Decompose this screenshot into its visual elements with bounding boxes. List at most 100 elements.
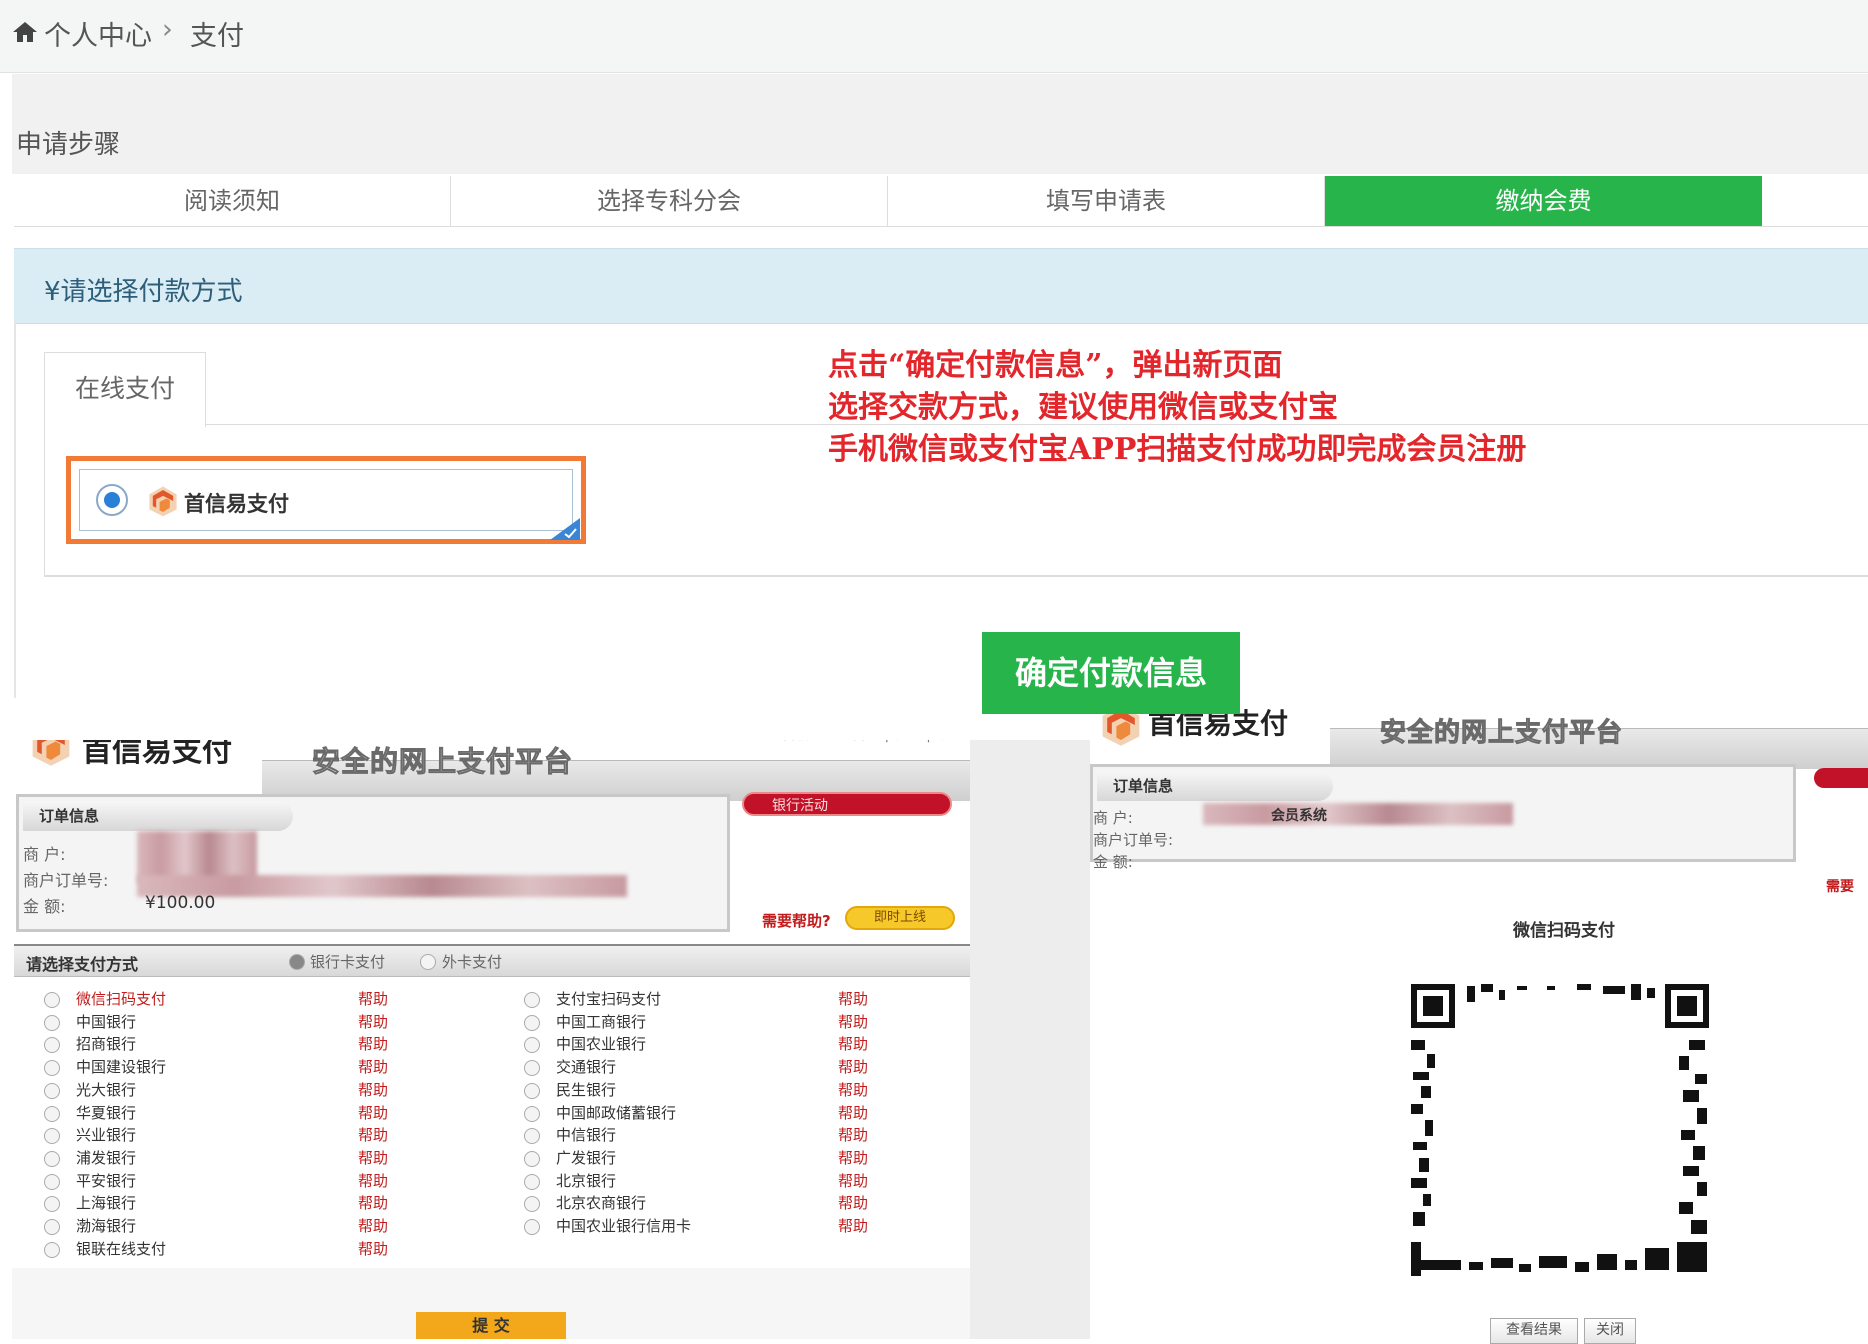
bank-right-help-link[interactable]: 帮助 [838, 1056, 868, 1077]
bank-left-help-link[interactable]: 帮助 [358, 1056, 388, 1077]
bank-right-help-link[interactable]: 帮助 [838, 1102, 868, 1123]
wechat-qr-page: 首信易支付 安全的网上支付平台 订单信息 商 户: 商户订单号: 金 额: 会员… [1090, 698, 1868, 1344]
bank-right-radio[interactable] [524, 1082, 540, 1099]
breadcrumb-separator: › [162, 14, 173, 45]
bank-left-help-link[interactable]: 帮助 [358, 1033, 388, 1054]
bank-left-row[interactable]: 兴业银行 帮助 [20, 1124, 480, 1146]
bank-right-help-link[interactable]: 帮助 [838, 1033, 868, 1054]
bank-right-help-link[interactable]: 帮助 [838, 1147, 868, 1168]
wechat-qr-title: 微信扫码支付 [1513, 921, 1615, 941]
close-button[interactable]: 关闭 [1584, 1318, 1636, 1344]
bank-left-help-link[interactable]: 帮助 [358, 1192, 388, 1213]
bank-right-radio[interactable] [524, 1060, 540, 1077]
amount-label: 金 额: [23, 897, 66, 916]
foreign-card-radio[interactable] [420, 954, 436, 970]
bank-left-radio[interactable] [44, 1196, 60, 1213]
bank-left-radio[interactable] [44, 1219, 60, 1235]
bank-right-radio[interactable] [524, 1173, 540, 1190]
bank-left-help-link[interactable]: 帮助 [358, 1215, 388, 1236]
bank-left-radio[interactable] [44, 1150, 60, 1167]
bank-left-help-link[interactable]: 帮助 [358, 1238, 388, 1259]
bank-left-row[interactable]: 中国银行 帮助 [20, 1011, 480, 1033]
bank-left-radio[interactable] [44, 1128, 60, 1145]
foreign-card-radio-label: 外卡支付 [442, 953, 503, 971]
bank-left-radio[interactable] [44, 1014, 60, 1031]
bank-right-label: 北京农商银行 [556, 1194, 647, 1213]
submit-button[interactable]: 提 交 [416, 1312, 566, 1339]
bank-right-row[interactable]: 交通银行 帮助 [500, 1056, 960, 1078]
bank-left-help-link[interactable]: 帮助 [358, 1124, 388, 1145]
tab-online-pay[interactable]: 在线支付 [44, 352, 206, 427]
bank-left-radio[interactable] [44, 1173, 60, 1190]
bank-right-row[interactable]: 中国农业银行信用卡 帮助 [500, 1215, 960, 1237]
bank-left-radio[interactable] [44, 1241, 60, 1258]
bank-left-row[interactable]: 渤海银行 帮助 [20, 1215, 480, 1237]
bank-left-row[interactable]: 银联在线支付 帮助 [20, 1238, 480, 1260]
bank-right-radio[interactable] [524, 1014, 540, 1031]
step-tabs: 阅读须知 选择专科分会 填写申请表 缴纳会费 [14, 176, 1868, 227]
bank-right-radio[interactable] [524, 1037, 540, 1054]
bank-right-radio[interactable] [524, 1196, 540, 1213]
bank-left-row[interactable]: 光大银行 帮助 [20, 1079, 480, 1101]
bank-right-label: 交通银行 [556, 1058, 617, 1077]
home-icon[interactable] [12, 20, 38, 44]
help-prompt: 需要帮助? [762, 912, 831, 930]
qr-order-info-title: 订单信息 [1097, 771, 1333, 801]
online-help-button[interactable]: 即时上线 [845, 906, 955, 930]
bank-left-row[interactable]: 浦发银行 帮助 [20, 1147, 480, 1169]
qr-amount-label: 金 额: [1093, 853, 1133, 871]
payment-option-highlight[interactable] [66, 456, 586, 544]
bank-right-radio[interactable] [524, 1128, 540, 1145]
bank-right-row[interactable]: 中国工商银行 帮助 [500, 1011, 960, 1033]
bank-left-row[interactable]: 招商银行 帮助 [20, 1033, 480, 1055]
bank-card-radio[interactable] [289, 954, 305, 970]
bank-left-radio[interactable] [44, 1060, 60, 1077]
bank-right-row[interactable]: 北京银行 帮助 [500, 1170, 960, 1192]
bank-right-row[interactable]: 民生银行 帮助 [500, 1079, 960, 1101]
bank-right-help-link[interactable]: 帮助 [838, 1170, 868, 1191]
bank-right-row[interactable]: 支付宝扫码支付 帮助 [500, 988, 960, 1010]
bank-left-help-link[interactable]: 帮助 [358, 1102, 388, 1123]
bank-right-row[interactable]: 广发银行 帮助 [500, 1147, 960, 1169]
steps-title: 申请步骤 [16, 130, 121, 160]
bank-left-row[interactable]: 中国建设银行 帮助 [20, 1056, 480, 1078]
bank-right-row[interactable]: 中信银行 帮助 [500, 1124, 960, 1146]
bank-right-help-link[interactable]: 帮助 [838, 1011, 868, 1032]
bank-right-row[interactable]: 中国邮政储蓄银行 帮助 [500, 1102, 960, 1124]
bank-right-radio[interactable] [524, 1150, 540, 1167]
bank-right-label: 中信银行 [556, 1126, 617, 1145]
bank-right-help-link[interactable]: 帮助 [838, 1215, 868, 1236]
bank-right-radio[interactable] [524, 1105, 540, 1122]
payment-option-radio[interactable] [96, 484, 128, 516]
bank-right-help-link[interactable]: 帮助 [838, 1079, 868, 1100]
bank-left-row[interactable]: 微信扫码支付 帮助 [20, 988, 480, 1010]
bank-left-help-link[interactable]: 帮助 [358, 1147, 388, 1168]
bank-right-radio[interactable] [524, 1219, 540, 1235]
bank-promo-pill[interactable]: 银行活动 [742, 792, 952, 816]
bank-left-radio[interactable] [44, 1082, 60, 1099]
breadcrumb-home[interactable]: 个人中心 [44, 14, 152, 53]
bank-left-row[interactable]: 平安银行 帮助 [20, 1170, 480, 1192]
step-choose-branch: 选择专科分会 [451, 176, 888, 226]
bank-left-row[interactable]: 上海银行 帮助 [20, 1192, 480, 1214]
bank-right-row[interactable]: 北京农商银行 帮助 [500, 1192, 960, 1214]
bank-right-row[interactable]: 中国农业银行 帮助 [500, 1033, 960, 1055]
bank-right-help-link[interactable]: 帮助 [838, 988, 868, 1009]
bank-left-radio[interactable] [44, 992, 60, 1008]
bank-left-help-link[interactable]: 帮助 [358, 1170, 388, 1191]
bank-right-label: 中国农业银行 [556, 1035, 647, 1054]
bank-left-help-link[interactable]: 帮助 [358, 1011, 388, 1032]
bank-left-help-link[interactable]: 帮助 [358, 1079, 388, 1100]
query-result-button[interactable]: 查看结果 [1490, 1318, 1578, 1344]
bank-right-help-link[interactable]: 帮助 [838, 1192, 868, 1213]
payment-method-bar: 请选择支付方式 银行卡支付 外卡支付 [14, 944, 970, 977]
bank-left-row[interactable]: 华夏银行 帮助 [20, 1102, 480, 1124]
payment-method-title-left: 请选择支付方式 [26, 955, 139, 974]
bank-right-help-link[interactable]: 帮助 [838, 1124, 868, 1145]
bank-left-radio[interactable] [44, 1037, 60, 1054]
qr-merchant-label: 商 户: [1093, 809, 1133, 827]
bank-left-radio[interactable] [44, 1105, 60, 1122]
bank-left-help-link[interactable]: 帮助 [358, 988, 388, 1009]
bank-right-radio[interactable] [524, 992, 540, 1008]
confirm-payment-button[interactable]: 确定付款信息 [982, 632, 1240, 714]
